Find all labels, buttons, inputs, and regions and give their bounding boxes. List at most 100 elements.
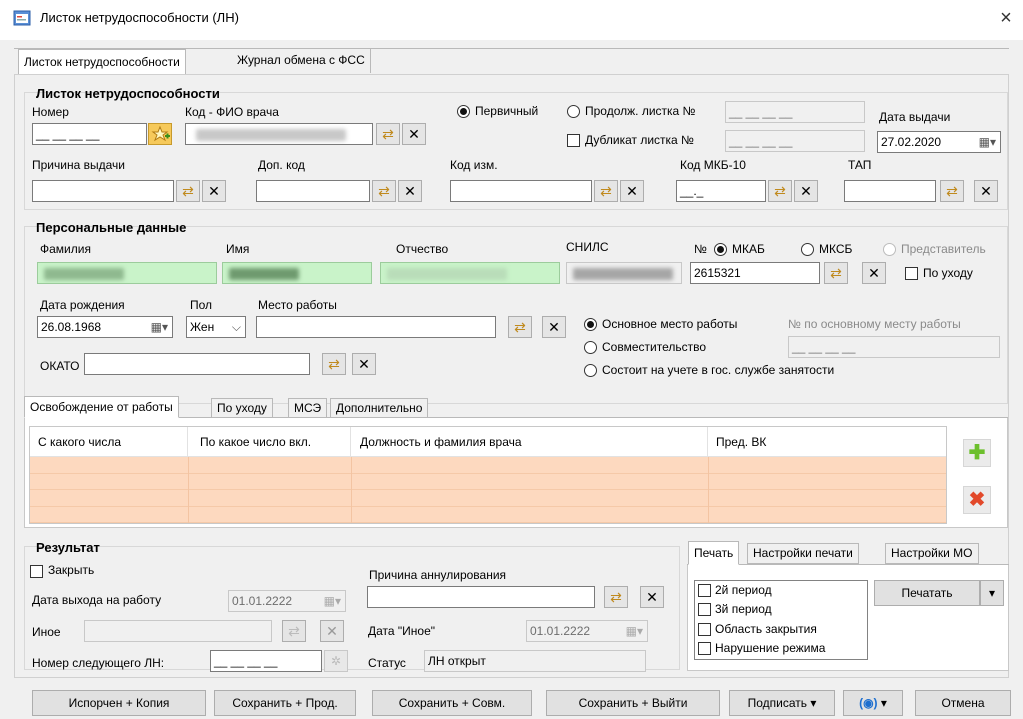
care-checkbox[interactable] [905, 267, 918, 280]
reason-clear-button[interactable]: ✕ [202, 180, 226, 202]
spoiled-copy-button[interactable]: Испорчен + Копия [32, 690, 206, 716]
doctor-clear-button[interactable]: ✕ [402, 123, 426, 145]
birth-input[interactable]: 26.08.1968 ▦▾ [37, 316, 173, 338]
name-input[interactable] [222, 262, 372, 284]
tab-mse[interactable]: МСЭ [288, 398, 328, 418]
card-select-button[interactable]: ⇄ [824, 262, 848, 284]
grid-header-from[interactable]: С какого числа [38, 435, 121, 449]
change-code-select-button[interactable]: ⇄ [594, 180, 618, 202]
combined-radio[interactable] [584, 341, 597, 354]
duplicate-input[interactable]: __ __ __ __ [725, 130, 865, 152]
snils-input[interactable] [566, 262, 682, 284]
main-job-number-input[interactable]: __ __ __ __ [788, 336, 1000, 358]
close-window-icon[interactable]: × [994, 6, 1018, 30]
tap-clear-button[interactable]: ✕ [974, 180, 998, 202]
next-ln-input[interactable]: __ __ __ __ [210, 650, 322, 672]
sign-button[interactable]: Подписать ▾ [729, 690, 835, 716]
extra-code-clear-button[interactable]: ✕ [398, 180, 422, 202]
card-number-input[interactable]: 2615321 [690, 262, 820, 284]
sex-select[interactable]: Жен ⌵ [186, 316, 246, 338]
number-input[interactable]: __ __ __ __ [32, 123, 147, 145]
change-code-clear-button[interactable]: ✕ [620, 180, 644, 202]
tab-print[interactable]: Печать [688, 541, 740, 565]
other-date-input[interactable]: 01.01.2222 ▦▾ [526, 620, 648, 642]
print-option-checkbox[interactable] [698, 603, 711, 616]
signature-options-button[interactable]: (◉) ▾ [843, 690, 903, 716]
mkb-input[interactable]: __._ [676, 180, 766, 202]
print-option-label: 3й период [715, 602, 772, 616]
annul-clear-button[interactable]: ✕ [640, 586, 664, 608]
representative-radio[interactable] [883, 243, 896, 256]
extra-code-select-button[interactable]: ⇄ [372, 180, 396, 202]
tab-mo-settings[interactable]: Настройки МО [885, 543, 979, 564]
calendar-icon[interactable]: ▦▾ [979, 132, 996, 152]
tab-print-settings[interactable]: Настройки печати [747, 543, 859, 564]
grid-header-to[interactable]: По какое число вкл. [200, 435, 311, 449]
calendar-icon[interactable]: ▦▾ [151, 317, 168, 337]
table-row[interactable] [30, 490, 946, 507]
save-combined-button[interactable]: Сохранить + Совм. [372, 690, 532, 716]
print-option-checkbox[interactable] [698, 623, 711, 636]
tab-fss-log[interactable]: Журнал обмена с ФСС [232, 49, 371, 73]
okato-select-button[interactable]: ⇄ [322, 353, 346, 375]
other-select-button[interactable]: ⇄ [282, 620, 306, 642]
okato-clear-button[interactable]: ✕ [352, 353, 376, 375]
reason-select-button[interactable]: ⇄ [176, 180, 200, 202]
work-select-button[interactable]: ⇄ [508, 316, 532, 338]
mkb-clear-button[interactable]: ✕ [794, 180, 818, 202]
mksb-radio[interactable] [801, 243, 814, 256]
change-code-input[interactable] [450, 180, 592, 202]
tab-release[interactable]: Освобождение от работы [24, 396, 179, 418]
grid-header-vk[interactable]: Пред. ВК [716, 435, 766, 449]
generate-next-ln-button[interactable]: ✲ [324, 650, 348, 672]
card-clear-button[interactable]: ✕ [862, 262, 886, 284]
save-prod-button[interactable]: Сохранить + Прод. [214, 690, 356, 716]
continuation-radio[interactable] [567, 105, 580, 118]
table-row[interactable] [30, 474, 946, 490]
reason-input[interactable] [32, 180, 174, 202]
print-button[interactable]: Печатать [874, 580, 980, 606]
calendar-icon[interactable]: ▦▾ [626, 621, 643, 641]
print-option-checkbox[interactable] [698, 584, 711, 597]
doctor-select-button[interactable]: ⇄ [376, 123, 400, 145]
primary-radio[interactable] [457, 105, 470, 118]
close-checkbox[interactable] [30, 565, 43, 578]
print-dropdown-button[interactable]: ▾ [980, 580, 1004, 606]
tab-care[interactable]: По уходу [211, 398, 273, 418]
return-date-input[interactable]: 01.01.2222 ▦▾ [228, 590, 346, 612]
tab-additional[interactable]: Дополнительно [330, 398, 429, 418]
other-input[interactable] [84, 620, 272, 642]
continuation-input[interactable]: __ __ __ __ [725, 101, 865, 123]
cancel-button[interactable]: Отмена [915, 690, 1011, 716]
tab-sick-leave[interactable]: Листок нетрудоспособности [18, 49, 186, 75]
issue-date-input[interactable]: 27.02.2020 ▦▾ [877, 131, 1001, 153]
okato-input[interactable] [84, 353, 310, 375]
table-row[interactable] [30, 457, 946, 474]
main-job-radio[interactable] [584, 318, 597, 331]
annul-select-button[interactable]: ⇄ [604, 586, 628, 608]
annul-input[interactable] [367, 586, 595, 608]
extra-code-input[interactable] [256, 180, 370, 202]
surname-input[interactable] [37, 262, 217, 284]
clear-icon: ✕ [326, 623, 338, 639]
work-clear-button[interactable]: ✕ [542, 316, 566, 338]
generate-number-button[interactable] [148, 123, 172, 145]
add-period-button[interactable]: ✚ [963, 439, 991, 467]
calendar-icon[interactable]: ▦▾ [324, 591, 341, 611]
mkb-select-button[interactable]: ⇄ [768, 180, 792, 202]
other-clear-button[interactable]: ✕ [320, 620, 344, 642]
table-row[interactable] [30, 507, 946, 523]
print-option-checkbox[interactable] [698, 642, 711, 655]
tap-select-button[interactable]: ⇄ [940, 180, 964, 202]
tap-input[interactable] [844, 180, 936, 202]
doctor-input[interactable] [185, 123, 373, 145]
work-input[interactable] [256, 316, 496, 338]
patronymic-input[interactable] [380, 262, 560, 284]
grid-header-doctor[interactable]: Должность и фамилия врача [360, 435, 522, 449]
delete-period-button[interactable]: ✖ [963, 486, 991, 514]
sex-label: Пол [190, 298, 213, 312]
duplicate-checkbox[interactable] [567, 134, 580, 147]
save-exit-button[interactable]: Сохранить + Выйти [546, 690, 720, 716]
registered-radio[interactable] [584, 364, 597, 377]
mkab-radio[interactable] [714, 243, 727, 256]
